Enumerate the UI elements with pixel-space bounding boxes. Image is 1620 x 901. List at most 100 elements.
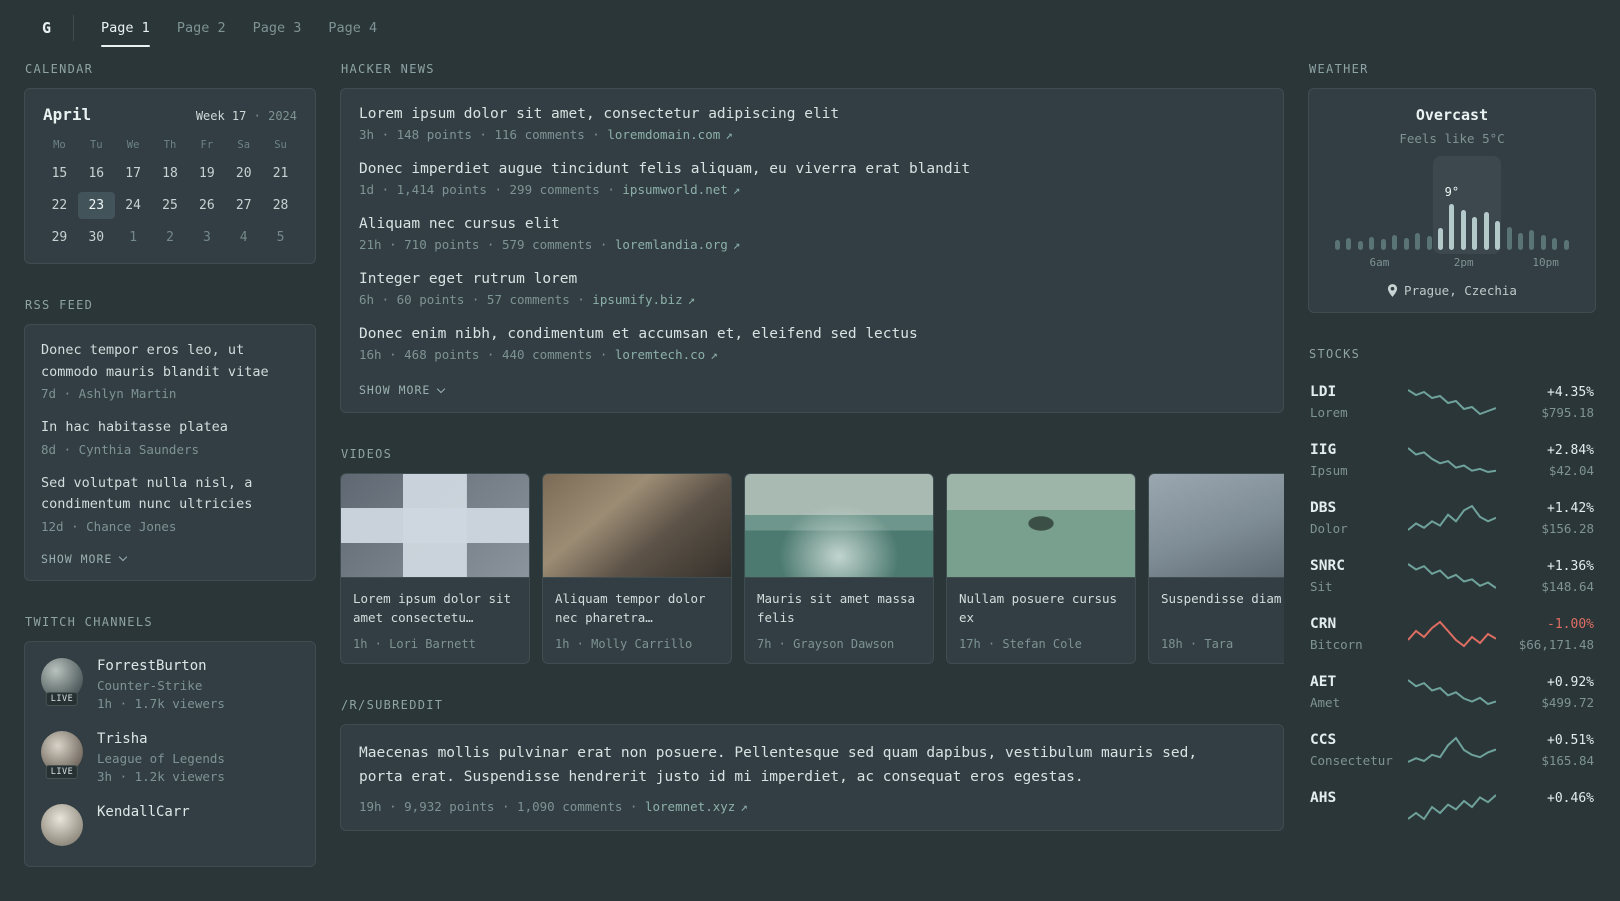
- weather-bar: [1483, 212, 1489, 250]
- video-card[interactable]: Aliquam tempor dolor nec pharetra… 1h · …: [542, 473, 732, 664]
- hackernews-widget: HACKER NEWS Lorem ipsum dolor sit amet, …: [340, 62, 1284, 413]
- stock-sparkline: [1408, 677, 1496, 707]
- rss-item-title[interactable]: Donec tempor eros leo, ut commodo mauris…: [41, 340, 299, 383]
- hackernews-item-title[interactable]: Donec enim nibh, condimentum et accumsan…: [359, 326, 1265, 342]
- twitch-channel-item[interactable]: LIVE ForrestBurton Counter-Strike 1h · 1…: [41, 657, 299, 711]
- nav-tab[interactable]: Page 1: [101, 0, 150, 56]
- stock-symbol: AHS: [1310, 790, 1337, 806]
- weather-bar: [1460, 210, 1466, 250]
- source-domain-link[interactable]: ipsumify.biz: [592, 292, 682, 307]
- hackernews-item-title[interactable]: Aliquam nec cursus elit: [359, 216, 1265, 232]
- calendar-day: 26: [199, 198, 215, 213]
- rss-item: Donec tempor eros leo, ut commodo mauris…: [41, 340, 299, 401]
- video-card[interactable]: Mauris sit amet massa felis 7h · Grayson…: [744, 473, 934, 664]
- rss-item: In hac habitasse platea 8d · Cynthia Sau…: [41, 417, 299, 457]
- source-domain-link[interactable]: loremnet.xyz: [645, 799, 735, 814]
- channel-name: KendallCarr: [97, 803, 190, 820]
- source-domain-link[interactable]: loremdomain.com: [607, 127, 720, 142]
- weather-bar: [1369, 237, 1375, 250]
- stock-symbol: SNRC: [1310, 558, 1345, 574]
- stock-sparkline: [1408, 619, 1496, 649]
- hackernews-item-title[interactable]: Integer eget rutrum lorem: [359, 271, 1265, 287]
- video-title: Nullam posuere cursus ex: [959, 591, 1118, 626]
- video-thumbnail[interactable]: [543, 474, 731, 578]
- live-badge: LIVE: [45, 764, 79, 779]
- rss-item-title[interactable]: Sed volutpat nulla nisl, a condimentum n…: [41, 473, 299, 516]
- subreddit-widget: /R/SUBREDDIT Maecenas mollis pulvinar er…: [340, 698, 1284, 831]
- hackernews-item-meta: 3h · 148 points · 116 comments · loremdo…: [359, 127, 733, 142]
- stock-change: +1.42%: [1547, 500, 1594, 516]
- videos-widget: VIDEOS Lorem ipsum dolor sit amet consec…: [340, 447, 1284, 664]
- twitch-widget: TWITCH CHANNELS LIVE ForrestBurton Count…: [24, 615, 316, 867]
- live-badge: LIVE: [45, 691, 79, 706]
- twitch-card: LIVE ForrestBurton Counter-Strike 1h · 1…: [24, 640, 316, 867]
- stocks-list: LDI Lorem +4.35% $795.18 IIG Ipsum +2.84…: [1308, 373, 1596, 835]
- hackernews-item-meta: 6h · 60 points · 57 comments · ipsumify.…: [359, 292, 696, 307]
- hackernews-card: Lorem ipsum dolor sit amet, consectetur …: [340, 88, 1284, 413]
- weather-bar: [1415, 233, 1421, 250]
- video-thumbnail[interactable]: [947, 474, 1135, 578]
- weather-bar: [1552, 238, 1558, 250]
- calendar-day-header: We: [126, 139, 140, 151]
- video-thumbnail[interactable]: [341, 474, 529, 578]
- calendar-day: 24: [125, 198, 141, 213]
- weather-location: Prague, Czechia: [1323, 283, 1581, 298]
- video-thumbnail[interactable]: [1149, 474, 1284, 578]
- subreddit-post-title[interactable]: Maecenas mollis pulvinar erat non posuer…: [359, 742, 1219, 790]
- rss-item-meta: 7d · Ashlyn Martin: [41, 386, 177, 402]
- hackernews-item-meta: 1d · 1,414 points · 299 comments · ipsum…: [359, 182, 741, 197]
- dashboard-page: G Page 1 Page 2 Page 3 Page 4 CALENDAR A…: [0, 0, 1620, 901]
- subreddit-card: Maecenas mollis pulvinar erat non posuer…: [340, 723, 1284, 831]
- stock-name: Lorem: [1310, 405, 1348, 420]
- calendar-day-header: Th: [163, 139, 177, 151]
- video-card[interactable]: Lorem ipsum dolor sit amet consectetu… 1…: [340, 473, 530, 664]
- hackernews-show-more-button[interactable]: SHOW MORE: [359, 383, 446, 397]
- nav-tab[interactable]: Page 3: [253, 0, 302, 56]
- subreddit-header: /R/SUBREDDIT: [341, 697, 444, 712]
- app-logo[interactable]: G: [24, 15, 75, 41]
- stock-row: CRN Bitcorn -1.00% $66,171.48: [1308, 605, 1596, 663]
- videos-row: Lorem ipsum dolor sit amet consectetu… 1…: [340, 473, 1284, 664]
- calendar-day-header: Tu: [89, 139, 103, 151]
- middle-column: HACKER NEWS Lorem ipsum dolor sit amet, …: [340, 62, 1284, 865]
- calendar-grid: Mo Tu We Th Fr Sa Su 15 16 17 18 19 20 2…: [41, 132, 299, 251]
- stock-row: AHS +0.46%: [1308, 779, 1596, 835]
- video-meta: 18h · Tara: [1161, 636, 1234, 651]
- rss-show-more-button[interactable]: SHOW MORE: [41, 552, 128, 566]
- source-domain-link[interactable]: ipsumworld.net: [622, 182, 727, 197]
- source-domain-link[interactable]: loremlandia.org: [615, 237, 728, 252]
- weather-feels-like: Feels like 5°C: [1399, 131, 1505, 146]
- stock-symbol: LDI: [1310, 384, 1337, 400]
- calendar-day: 27: [235, 198, 252, 213]
- source-domain-link[interactable]: loremtech.co: [615, 347, 705, 362]
- stock-name: Ipsum: [1310, 463, 1348, 478]
- stock-price: $165.84: [1541, 752, 1594, 768]
- rss-item-meta: 8d · Cynthia Saunders: [41, 441, 200, 457]
- weather-time-label: 10pm: [1532, 256, 1559, 269]
- hackernews-item-title[interactable]: Lorem ipsum dolor sit amet, consectetur …: [359, 106, 1265, 122]
- videos-header: VIDEOS: [341, 447, 393, 461]
- stock-row: LDI Lorem +4.35% $795.18: [1308, 373, 1596, 431]
- stock-change: +4.35%: [1547, 384, 1594, 400]
- nav-tab[interactable]: Page 4: [328, 0, 377, 56]
- rss-item-title[interactable]: In hac habitasse platea: [41, 417, 299, 439]
- hackernews-item: Lorem ipsum dolor sit amet, consectetur …: [359, 106, 1265, 142]
- video-thumbnail[interactable]: [745, 474, 933, 578]
- hackernews-item: Aliquam nec cursus elit 21h · 710 points…: [359, 216, 1265, 252]
- calendar-day: 19: [199, 166, 215, 181]
- hackernews-item-title[interactable]: Donec imperdiet augue tincidunt felis al…: [359, 161, 1265, 177]
- nav-tab[interactable]: Page 2: [177, 0, 226, 56]
- video-card[interactable]: Nullam posuere cursus ex 17h · Stefan Co…: [946, 473, 1136, 664]
- subreddit-post-meta: 19h · 9,932 points · 1,090 comments · lo…: [359, 798, 748, 814]
- weather-bar: [1506, 227, 1512, 250]
- stock-price: $499.72: [1541, 694, 1594, 710]
- calendar-day: 22: [51, 198, 68, 213]
- columns: CALENDAR April Week 17 · 2024 Mo Tu We T…: [24, 62, 1596, 901]
- stock-symbol: IIG: [1310, 442, 1337, 458]
- twitch-channel-item[interactable]: KendallCarr: [41, 803, 299, 846]
- channel-game: League of Legends: [97, 750, 225, 766]
- stock-symbol: CCS: [1310, 732, 1337, 748]
- calendar-widget: CALENDAR April Week 17 · 2024 Mo Tu We T…: [24, 62, 316, 264]
- video-card[interactable]: Suspendisse diam 18h · Tara: [1148, 473, 1284, 664]
- twitch-channel-item[interactable]: LIVE Trisha League of Legends 3h · 1.2k …: [41, 730, 299, 784]
